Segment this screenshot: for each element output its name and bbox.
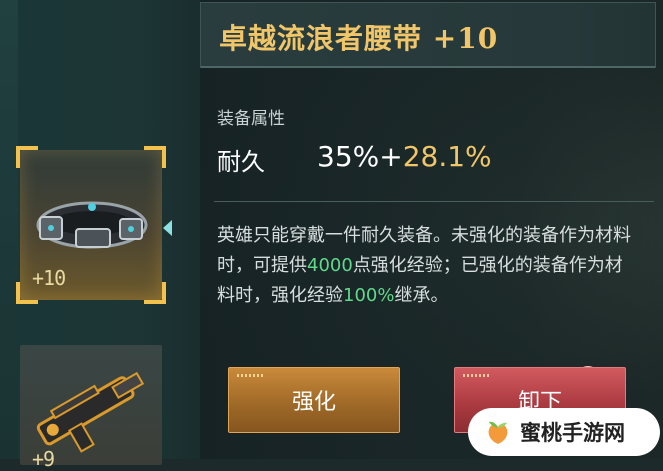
selection-arrow-icon xyxy=(163,220,172,236)
watermark-text: 蜜桃手游网 xyxy=(520,421,625,445)
item-level: +9 xyxy=(32,447,55,471)
item-detail-panel: 卓越流浪者腰带 +10 装备属性 耐久 35%+28.1% 英雄只能穿戴一件耐久… xyxy=(200,0,663,459)
item-level: +10 xyxy=(32,266,66,290)
stat-value: 35%+28.1% xyxy=(317,140,492,173)
inventory-list: +10 +9 xyxy=(0,0,200,471)
inventory-slot-gun[interactable]: +9 xyxy=(20,345,162,471)
upgrade-button[interactable]: 强化 xyxy=(228,367,400,433)
upgrade-button-label: 强化 xyxy=(291,390,336,415)
selection-corner xyxy=(144,282,166,304)
inventory-slot-belt[interactable]: +10 xyxy=(16,146,166,304)
item-title: 卓越流浪者腰带 +10 xyxy=(219,22,499,55)
exp-amount: 4000 xyxy=(307,255,353,276)
stat-name: 耐久 xyxy=(217,148,265,176)
divider xyxy=(214,201,654,202)
inherit-percent: 100% xyxy=(343,285,395,306)
gun-icon xyxy=(36,371,145,453)
selection-corner xyxy=(144,146,166,168)
peach-logo-icon xyxy=(488,421,508,444)
attributes-heading: 装备属性 xyxy=(217,109,285,129)
button-decoration xyxy=(237,374,263,377)
stat-base-value: 35% xyxy=(317,140,380,173)
item-description: 英雄只能穿戴一件耐久装备。未强化的装备作为材料时，可提供4000点强化经验；已强… xyxy=(217,221,637,311)
watermark: 蜜桃手游网 xyxy=(468,408,660,456)
stat-bonus-value: 28.1% xyxy=(402,140,492,173)
list-edge xyxy=(0,0,18,459)
button-decoration xyxy=(463,374,489,377)
title-bar: 卓越流浪者腰带 +10 xyxy=(200,2,656,68)
belt-icon xyxy=(36,201,148,249)
title-underline xyxy=(201,66,655,68)
description-text: 继承。 xyxy=(394,285,449,306)
stat-plus-sign: + xyxy=(379,140,403,173)
selection-corner xyxy=(16,146,38,168)
